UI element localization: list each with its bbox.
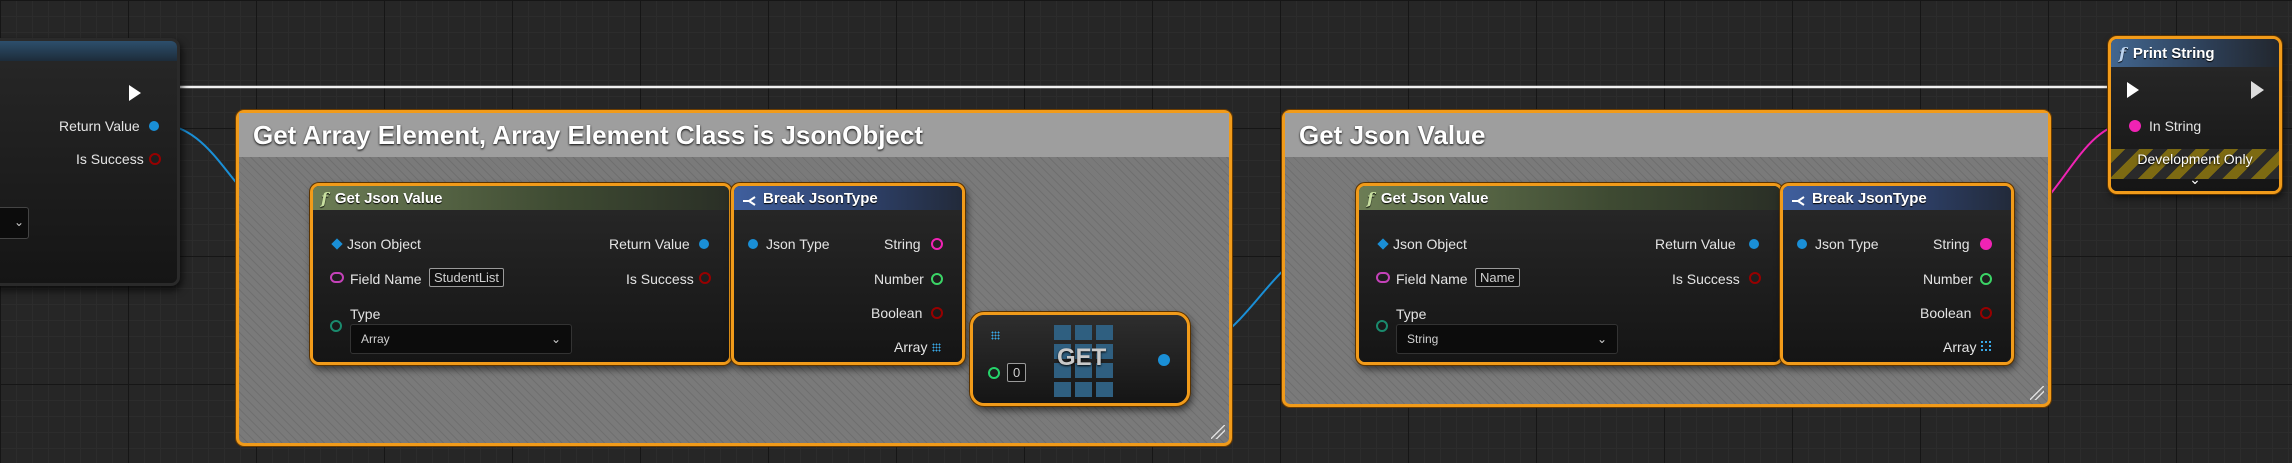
field-name-label: Field Name <box>1396 271 1468 287</box>
array-in-pin[interactable] <box>991 331 1000 340</box>
node-header[interactable]: Break JsonType <box>1783 186 2011 210</box>
json-type-pin[interactable] <box>748 239 758 249</box>
is-success-label: Is Success <box>1672 271 1740 287</box>
node-title: Break JsonType <box>763 189 878 207</box>
break-jsontype-node-2[interactable]: Break JsonType Json Type String Number B… <box>1780 183 2014 365</box>
get-array-item-node[interactable]: GET 0 <box>970 312 1190 406</box>
exec-out-pin[interactable] <box>2251 81 2264 99</box>
type-pin[interactable] <box>1376 320 1388 332</box>
field-name-pin[interactable] <box>1376 272 1390 283</box>
return-value-label: Return Value <box>1655 236 1736 252</box>
string-pin[interactable] <box>1980 238 1992 250</box>
json-type-pin[interactable] <box>1797 239 1807 249</box>
array-label: Array <box>894 339 928 355</box>
number-pin[interactable] <box>931 273 943 285</box>
type-label: Type <box>1396 306 1427 322</box>
boolean-pin[interactable] <box>931 307 943 319</box>
type-dropdown[interactable]: String ⌄ <box>1396 324 1618 354</box>
print-string-node[interactable]: f Print String In String Development Onl… <box>2108 36 2282 194</box>
node-title: Get Json Value <box>334 189 443 207</box>
boolean-pin[interactable] <box>1980 307 1992 319</box>
get-json-value-node-2[interactable]: f Get Json Value Json Object Field Name … <box>1356 183 1783 365</box>
node-title: Break JsonType <box>1812 189 1927 207</box>
node-header[interactable]: f Print String <box>2111 39 2279 67</box>
node-header[interactable]: f Get Json Value <box>1359 186 1780 210</box>
break-struct-icon <box>742 193 756 206</box>
json-type-label: Json Type <box>766 236 830 252</box>
resize-handle[interactable] <box>1211 425 1225 439</box>
left-node-header <box>0 41 177 61</box>
is-success-pin[interactable] <box>699 272 711 284</box>
development-only-label: Development Only <box>2137 151 2253 167</box>
function-icon: f <box>2119 43 2126 63</box>
return-value-label: Return Value <box>609 236 690 252</box>
node-title: Print String <box>2132 44 2215 62</box>
json-object-pin[interactable] <box>1377 238 1389 250</box>
number-label: Number <box>874 271 924 287</box>
return-value-pin[interactable] <box>149 121 159 131</box>
chevron-down-icon: ⌄ <box>1596 332 1607 346</box>
node-header[interactable]: Break JsonType <box>734 186 962 210</box>
return-value-pin[interactable] <box>699 239 709 249</box>
output-pin[interactable] <box>1158 354 1170 366</box>
json-object-pin[interactable] <box>331 238 343 250</box>
in-string-pin[interactable] <box>2129 120 2141 132</box>
index-pin[interactable] <box>988 367 1000 379</box>
chevron-down-icon: ⌄ <box>13 215 24 229</box>
field-name-label: Field Name <box>350 271 422 287</box>
array-label: Array <box>1943 339 1977 355</box>
function-icon: f <box>321 188 328 208</box>
return-value-label: Return Value <box>59 118 140 134</box>
resize-handle[interactable] <box>2030 386 2044 400</box>
break-struct-icon <box>1791 193 1805 206</box>
field-name-input[interactable]: Name <box>1475 268 1520 287</box>
type-pin[interactable] <box>330 320 342 332</box>
array-pin[interactable] <box>932 343 941 352</box>
return-value-pin[interactable] <box>1749 239 1759 249</box>
json-object-label: Json Object <box>1393 236 1467 252</box>
exec-in-pin[interactable] <box>2127 82 2139 98</box>
comment-title[interactable]: Get Json Value <box>1285 113 2048 157</box>
array-pin[interactable] <box>1981 341 1991 351</box>
field-name-input[interactable]: StudentList <box>429 268 505 287</box>
get-json-value-node[interactable]: f Get Json Value Json Object Field Name … <box>310 183 732 365</box>
comment-title[interactable]: Get Array Element, Array Element Class i… <box>239 113 1229 157</box>
type-dropdown[interactable]: Array ⌄ <box>350 324 572 354</box>
is-success-pin[interactable] <box>149 153 161 165</box>
type-value: Array <box>361 332 390 346</box>
is-success-label: Is Success <box>76 151 144 167</box>
node-title: Get Json Value <box>1380 189 1489 207</box>
left-node-dropdown[interactable]: ⌄ <box>0 207 29 239</box>
in-string-label: In String <box>2149 118 2202 134</box>
json-type-label: Json Type <box>1815 236 1879 252</box>
is-success-label: Is Success <box>626 271 694 287</box>
chevron-down-icon: ⌄ <box>550 332 561 346</box>
break-jsontype-node[interactable]: Break JsonType Json Type String Number B… <box>731 183 965 365</box>
type-value: String <box>1407 332 1439 346</box>
index-input[interactable]: 0 <box>1007 363 1027 382</box>
string-pin[interactable] <box>931 238 943 250</box>
string-label: String <box>1933 236 1970 252</box>
field-name-pin[interactable] <box>330 272 344 283</box>
chevron-down-icon[interactable]: ⌄ <box>2111 171 2279 188</box>
get-label: GET <box>1057 344 1107 371</box>
type-label: Type <box>350 306 381 322</box>
function-icon: f <box>1367 188 1374 208</box>
boolean-label: Boolean <box>871 305 923 321</box>
exec-out-pin[interactable] <box>129 85 141 101</box>
node-header[interactable]: f Get Json Value <box>313 186 729 210</box>
number-label: Number <box>1923 271 1973 287</box>
number-pin[interactable] <box>1980 273 1992 285</box>
boolean-label: Boolean <box>1920 305 1972 321</box>
left-node[interactable]: Return Value Is Success ⌄ <box>0 38 180 286</box>
is-success-pin[interactable] <box>1749 272 1761 284</box>
string-label: String <box>884 236 921 252</box>
json-object-label: Json Object <box>347 236 421 252</box>
